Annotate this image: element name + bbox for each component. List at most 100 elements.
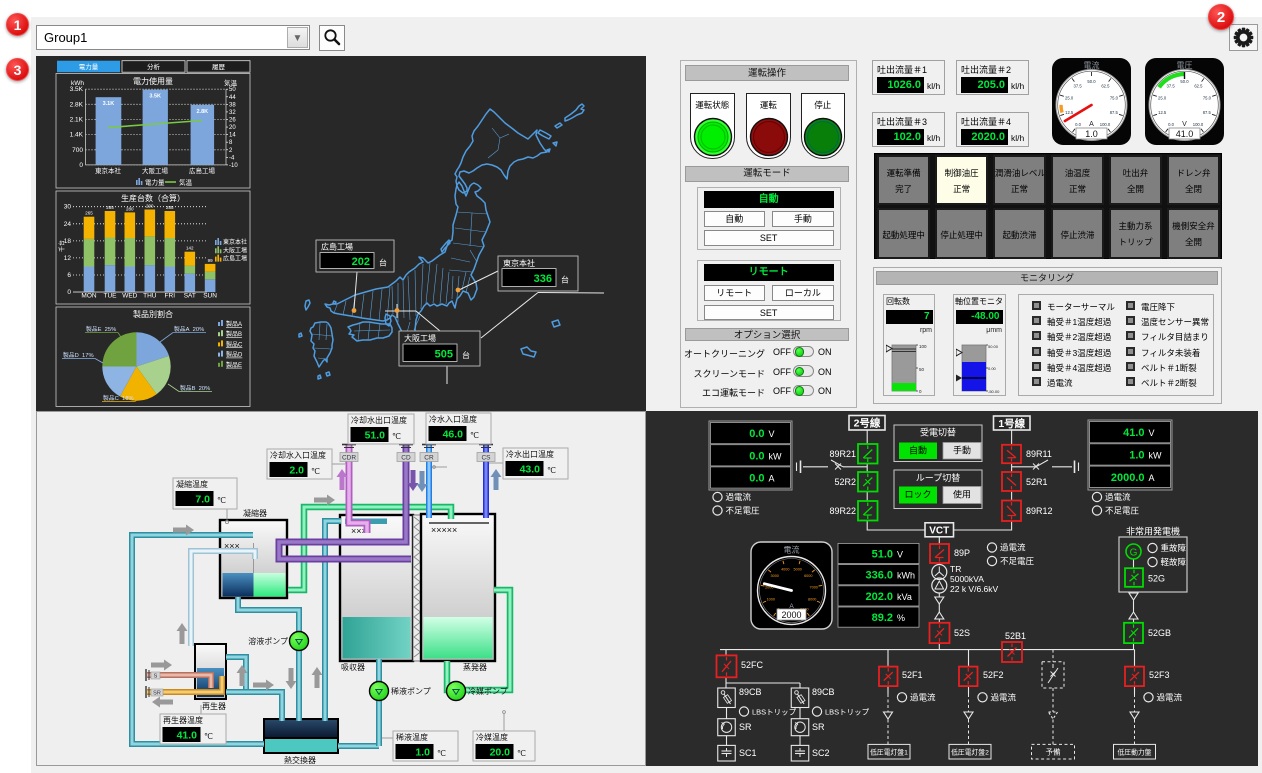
svg-text:52F1: 52F1: [902, 670, 923, 680]
svg-text:51.0: 51.0: [365, 430, 386, 442]
svg-text:38: 38: [229, 102, 236, 108]
svg-text:冷却水入口温度: 冷却水入口温度: [270, 450, 326, 460]
svg-text:過電流: 過電流: [1000, 543, 1026, 553]
svg-text:1.4K: 1.4K: [70, 132, 84, 139]
svg-text:8: 8: [229, 140, 233, 146]
svg-text:製品B 20%: 製品B 20%: [180, 384, 210, 392]
svg-text:TUE: TUE: [104, 293, 118, 300]
svg-text:製品A 20%: 製品A 20%: [174, 325, 204, 333]
svg-text:12.5: 12.5: [1158, 110, 1167, 115]
svg-text:A: A: [1149, 473, 1155, 483]
svg-text:142: 142: [186, 246, 194, 251]
svg-text:51.0: 51.0: [872, 549, 893, 561]
svg-text:0: 0: [67, 289, 71, 296]
svg-text:32: 32: [229, 110, 236, 116]
svg-text:25.0: 25.0: [1065, 95, 1074, 100]
svg-text:SR: SR: [739, 722, 752, 732]
svg-text:89R11: 89R11: [1026, 449, 1052, 459]
svg-text:1.0: 1.0: [1129, 449, 1144, 461]
svg-text:%: %: [897, 613, 905, 623]
svg-text:広島工場: 広島工場: [321, 242, 353, 252]
svg-text:気温: 気温: [224, 78, 238, 87]
svg-text:℃: ℃: [547, 466, 556, 475]
svg-text:100.0: 100.0: [1193, 122, 1204, 127]
svg-text:265: 265: [85, 211, 93, 216]
svg-text:89R22: 89R22: [829, 506, 856, 516]
svg-text:1.0: 1.0: [1085, 129, 1098, 139]
svg-text:202: 202: [352, 256, 370, 268]
svg-text:41.0: 41.0: [1176, 129, 1194, 139]
svg-text:kW: kW: [769, 451, 783, 461]
svg-text:×××××: ×××××: [431, 525, 457, 535]
svg-text:75.0: 75.0: [1110, 95, 1119, 100]
svg-text:東京本社: 東京本社: [223, 238, 247, 246]
svg-text:LBSトリップ: LBSトリップ: [825, 708, 870, 717]
svg-text:280: 280: [126, 206, 134, 211]
svg-text:℃: ℃: [470, 431, 479, 440]
svg-text:再生器温度: 再生器温度: [163, 715, 203, 725]
svg-text:℃: ℃: [437, 749, 446, 758]
svg-text:ロック: ロック: [904, 490, 931, 500]
svg-text:過電流: 過電流: [1157, 692, 1183, 702]
svg-text:不足電圧: 不足電圧: [1000, 556, 1035, 566]
svg-text:A: A: [769, 474, 775, 484]
svg-text:過電流: 過電流: [910, 692, 936, 702]
svg-text:-10: -10: [229, 163, 238, 169]
svg-text:東京本社: 東京本社: [503, 258, 535, 268]
svg-text:3.1K: 3.1K: [103, 101, 115, 107]
svg-text:2000: 2000: [781, 610, 801, 620]
svg-text:62.5: 62.5: [1101, 84, 1110, 89]
svg-text:0.0: 0.0: [1075, 122, 1081, 127]
svg-text:0.0: 0.0: [1168, 122, 1174, 127]
svg-text:22 k V/6.6kV: 22 k V/6.6kV: [950, 584, 999, 594]
svg-text:蒸発器: 蒸発器: [463, 662, 487, 672]
svg-text:受電切替: 受電切替: [920, 427, 956, 438]
svg-text:冷媒ポンプ: 冷媒ポンプ: [468, 686, 508, 696]
svg-text:52R2: 52R2: [834, 477, 856, 487]
svg-text:2.8K: 2.8K: [70, 101, 84, 108]
svg-text:0.00: 0.00: [988, 366, 997, 371]
svg-text:再生器: 再生器: [202, 701, 226, 711]
svg-text:50.00: 50.00: [988, 344, 999, 349]
svg-text:202.0: 202.0: [865, 591, 893, 603]
svg-text:52G: 52G: [1148, 574, 1165, 584]
svg-text:kW: kW: [1149, 450, 1163, 460]
svg-text:99: 99: [208, 258, 214, 263]
svg-text:7000: 7000: [809, 585, 817, 589]
svg-text:87.5: 87.5: [1203, 110, 1212, 115]
svg-text:2.0: 2.0: [289, 465, 304, 477]
svg-text:0: 0: [919, 389, 922, 394]
svg-text:大阪工場: 大阪工場: [404, 333, 436, 343]
svg-text:大阪工場: 大阪工場: [142, 166, 169, 175]
svg-text:熱交換器: 熱交換器: [284, 755, 316, 765]
svg-text:予備: 予備: [1046, 746, 1062, 756]
svg-text:75.0: 75.0: [1203, 95, 1212, 100]
svg-text:製品E 25%: 製品E 25%: [86, 325, 116, 333]
svg-text:過電流: 過電流: [991, 692, 1017, 702]
svg-text:製品C: 製品C: [226, 340, 243, 348]
svg-text:3.5K: 3.5K: [149, 94, 161, 100]
svg-text:電力量: 電力量: [145, 178, 165, 187]
svg-text:CDR: CDR: [342, 455, 356, 462]
svg-text:気温: 気温: [179, 178, 193, 187]
svg-text:MON: MON: [81, 293, 96, 300]
svg-text:2.8K: 2.8K: [196, 109, 208, 115]
svg-text:37.5: 37.5: [1074, 84, 1083, 89]
svg-text:52FC: 52FC: [741, 660, 764, 670]
svg-text:TR: TR: [950, 564, 961, 574]
svg-text:37.5: 37.5: [1167, 84, 1176, 89]
svg-text:台: 台: [379, 258, 387, 268]
svg-text:過電流: 過電流: [726, 492, 752, 502]
svg-text:THU: THU: [143, 293, 157, 300]
svg-text:89CB: 89CB: [739, 687, 762, 697]
svg-text:50.0: 50.0: [1087, 79, 1096, 84]
svg-text:℃: ℃: [204, 732, 213, 741]
svg-text:V: V: [769, 429, 775, 439]
svg-text:0.0: 0.0: [749, 450, 764, 462]
svg-text:20.0: 20.0: [490, 747, 511, 759]
svg-text:0: 0: [79, 162, 83, 169]
svg-text:700: 700: [72, 147, 83, 154]
svg-text:製品D: 製品D: [226, 351, 243, 359]
svg-text:52B1: 52B1: [1005, 631, 1026, 641]
svg-text:5000kVA: 5000kVA: [950, 574, 984, 584]
